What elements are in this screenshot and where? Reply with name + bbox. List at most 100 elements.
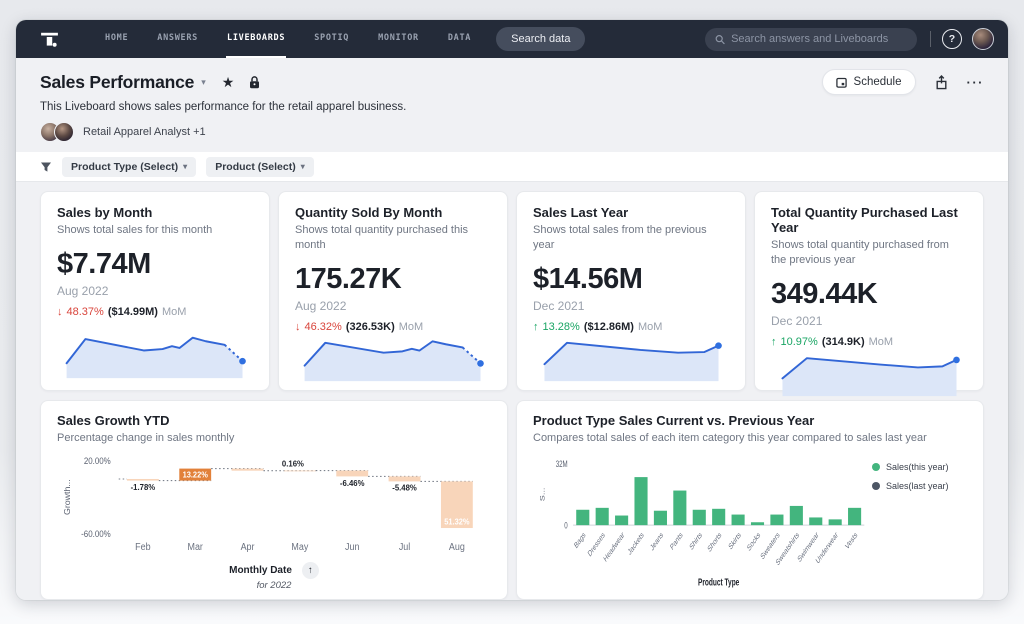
schedule-button[interactable]: Schedule (822, 69, 916, 95)
nav-item-liveboards[interactable]: LIVEBOARDS (226, 20, 286, 58)
share-button[interactable] (935, 75, 948, 90)
waterfall-chart[interactable]: 20.00%-60.00%Growth...-1.78%Feb13.22%Mar… (57, 452, 491, 562)
nav-menu: HOME ANSWERS LIVEBOARDS SPOTIQ MONITOR D… (104, 20, 472, 58)
kpi-period: Dec 2021 (771, 314, 967, 328)
app-window: HOME ANSWERS LIVEBOARDS SPOTIQ MONITOR D… (16, 20, 1008, 600)
kpi-period: Aug 2022 (57, 284, 253, 298)
kpi-row: Sales by Month Shows total sales for thi… (40, 191, 984, 391)
svg-text:Jul: Jul (399, 541, 410, 553)
nav-item-answers[interactable]: ANSWERS (156, 20, 199, 58)
kpi-delta: ↑ 13.28% ($12.86M) MoM (533, 321, 729, 333)
legend-item-last-year[interactable]: Sales(last year) (872, 481, 967, 491)
svg-text:Product Type: Product Type (698, 577, 740, 588)
svg-text:13.22%: 13.22% (183, 470, 208, 479)
trend-up-icon: ↑ (771, 336, 777, 348)
svg-text:Aug: Aug (449, 541, 465, 553)
svg-text:-6.46%: -6.46% (340, 478, 365, 487)
bar-chart[interactable]: 32M0S...BagsDressesHeadwearJacketsJeansP… (533, 450, 872, 591)
logo-icon (39, 29, 60, 50)
kpi-period: Aug 2022 (295, 299, 491, 313)
user-avatar[interactable] (972, 28, 994, 50)
svg-text:Shorts: Shorts (706, 529, 723, 554)
waterfall-footer: Monthly Date ↑ for 2022 (57, 562, 491, 591)
kpi-value: $7.74M (57, 248, 253, 281)
search-icon (715, 34, 725, 45)
x-axis-subtitle: for 2022 (257, 580, 292, 591)
delta-suffix: MoM (399, 321, 423, 333)
svg-text:Socks: Socks (745, 529, 761, 553)
kpi-card-total-quantity-last-year[interactable]: Total Quantity Purchased Last Year Shows… (754, 191, 984, 391)
nav-item-spotiq[interactable]: SPOTIQ (313, 20, 350, 58)
kpi-title: Quantity Sold By Month (295, 205, 491, 220)
authors-row: Retail Apparel Analyst +1 (40, 122, 984, 152)
chart-subtitle: Compares total sales of each item catego… (533, 431, 967, 446)
svg-text:Growth...: Growth... (62, 479, 71, 515)
svg-text:Apr: Apr (241, 541, 255, 553)
authors-label: Retail Apparel Analyst +1 (83, 126, 206, 138)
chevron-down-icon: ▾ (183, 162, 187, 171)
kpi-value: $14.56M (533, 263, 729, 296)
kpi-value: 349.44K (771, 278, 967, 311)
kpi-sparkline (295, 333, 491, 383)
search-input[interactable] (731, 33, 907, 45)
kpi-card-sales-last-year[interactable]: Sales Last Year Shows total sales from t… (516, 191, 746, 391)
more-options-button[interactable]: ··· (967, 75, 985, 90)
chart-card-product-type-sales[interactable]: Product Type Sales Current vs. Previous … (516, 400, 984, 600)
svg-text:Vests: Vests (844, 529, 859, 551)
legend-label: Sales(last year) (886, 481, 949, 491)
drill-up-button[interactable]: ↑ (302, 562, 319, 579)
legend-item-this-year[interactable]: Sales(this year) (872, 462, 967, 472)
help-button[interactable]: ? (942, 29, 962, 49)
author-avatar-2[interactable] (54, 122, 74, 142)
filter-chip-label: Product (Select) (215, 161, 296, 173)
svg-text:Pants: Pants (668, 529, 684, 552)
svg-text:S...: S... (539, 487, 546, 501)
chart-subtitle: Percentage change in sales monthly (57, 431, 491, 446)
kpi-subtitle: Shows total quantity purchased from the … (771, 238, 967, 268)
schedule-calendar-icon (836, 77, 847, 88)
nav-item-home[interactable]: HOME (104, 20, 129, 58)
search-data-button[interactable]: Search data (496, 27, 585, 51)
trend-down-icon: ↓ (57, 306, 63, 318)
svg-text:-5.48%: -5.48% (392, 483, 417, 492)
nav-item-monitor[interactable]: MONITOR (377, 20, 420, 58)
svg-text:20.00%: 20.00% (84, 456, 111, 466)
legend-label: Sales(this year) (886, 462, 949, 472)
delta-percent: 46.32% (305, 321, 342, 333)
kpi-delta: ↓ 48.37% ($14.99M) MoM (57, 306, 253, 318)
kpi-card-sales-by-month[interactable]: Sales by Month Shows total sales for thi… (40, 191, 270, 391)
filter-chip-product-type[interactable]: Product Type (Select) ▾ (62, 157, 196, 177)
favorite-star-icon[interactable]: ★ (222, 75, 235, 89)
top-navbar: HOME ANSWERS LIVEBOARDS SPOTIQ MONITOR D… (16, 20, 1008, 58)
filter-chip-label: Product Type (Select) (71, 161, 178, 173)
delta-suffix: MoM (869, 336, 893, 348)
delta-value: (326.53K) (346, 321, 395, 333)
svg-text:51.32%: 51.32% (444, 517, 469, 526)
filter-chip-product[interactable]: Product (Select) ▾ (206, 157, 314, 177)
liveboard-content: Sales by Month Shows total sales for thi… (16, 182, 1008, 600)
delta-percent: 10.97% (781, 336, 818, 348)
schedule-label: Schedule (854, 76, 902, 88)
delta-percent: 48.37% (67, 306, 104, 318)
thoughtspot-logo[interactable] (16, 29, 82, 50)
kpi-delta: ↓ 46.32% (326.53K) MoM (295, 321, 491, 333)
title-dropdown-caret-icon[interactable]: ▾ (201, 77, 206, 88)
kpi-card-quantity-sold[interactable]: Quantity Sold By Month Shows total quant… (278, 191, 508, 391)
svg-text:Shirts: Shirts (688, 529, 704, 552)
svg-text:32M: 32M (556, 459, 568, 470)
chart-card-sales-growth-ytd[interactable]: Sales Growth YTD Percentage change in sa… (40, 400, 508, 600)
trend-up-icon: ↑ (533, 321, 539, 333)
kpi-title: Sales Last Year (533, 205, 729, 220)
kpi-delta: ↑ 10.97% (314.9K) MoM (771, 336, 967, 348)
kpi-period: Dec 2021 (533, 299, 729, 313)
delta-value: ($14.99M) (108, 306, 158, 318)
kpi-subtitle: Shows total sales from the previous year (533, 223, 729, 253)
svg-text:0: 0 (564, 520, 568, 531)
nav-item-data[interactable]: DATA (447, 20, 472, 58)
global-search[interactable] (705, 28, 917, 51)
legend-dot-icon (872, 482, 880, 490)
delta-value: ($12.86M) (584, 321, 634, 333)
liveboard-description: This Liveboard shows sales performance f… (40, 101, 984, 113)
filter-bar: Product Type (Select) ▾ Product (Select)… (16, 152, 1008, 182)
svg-text:Headwear: Headwear (602, 529, 626, 564)
